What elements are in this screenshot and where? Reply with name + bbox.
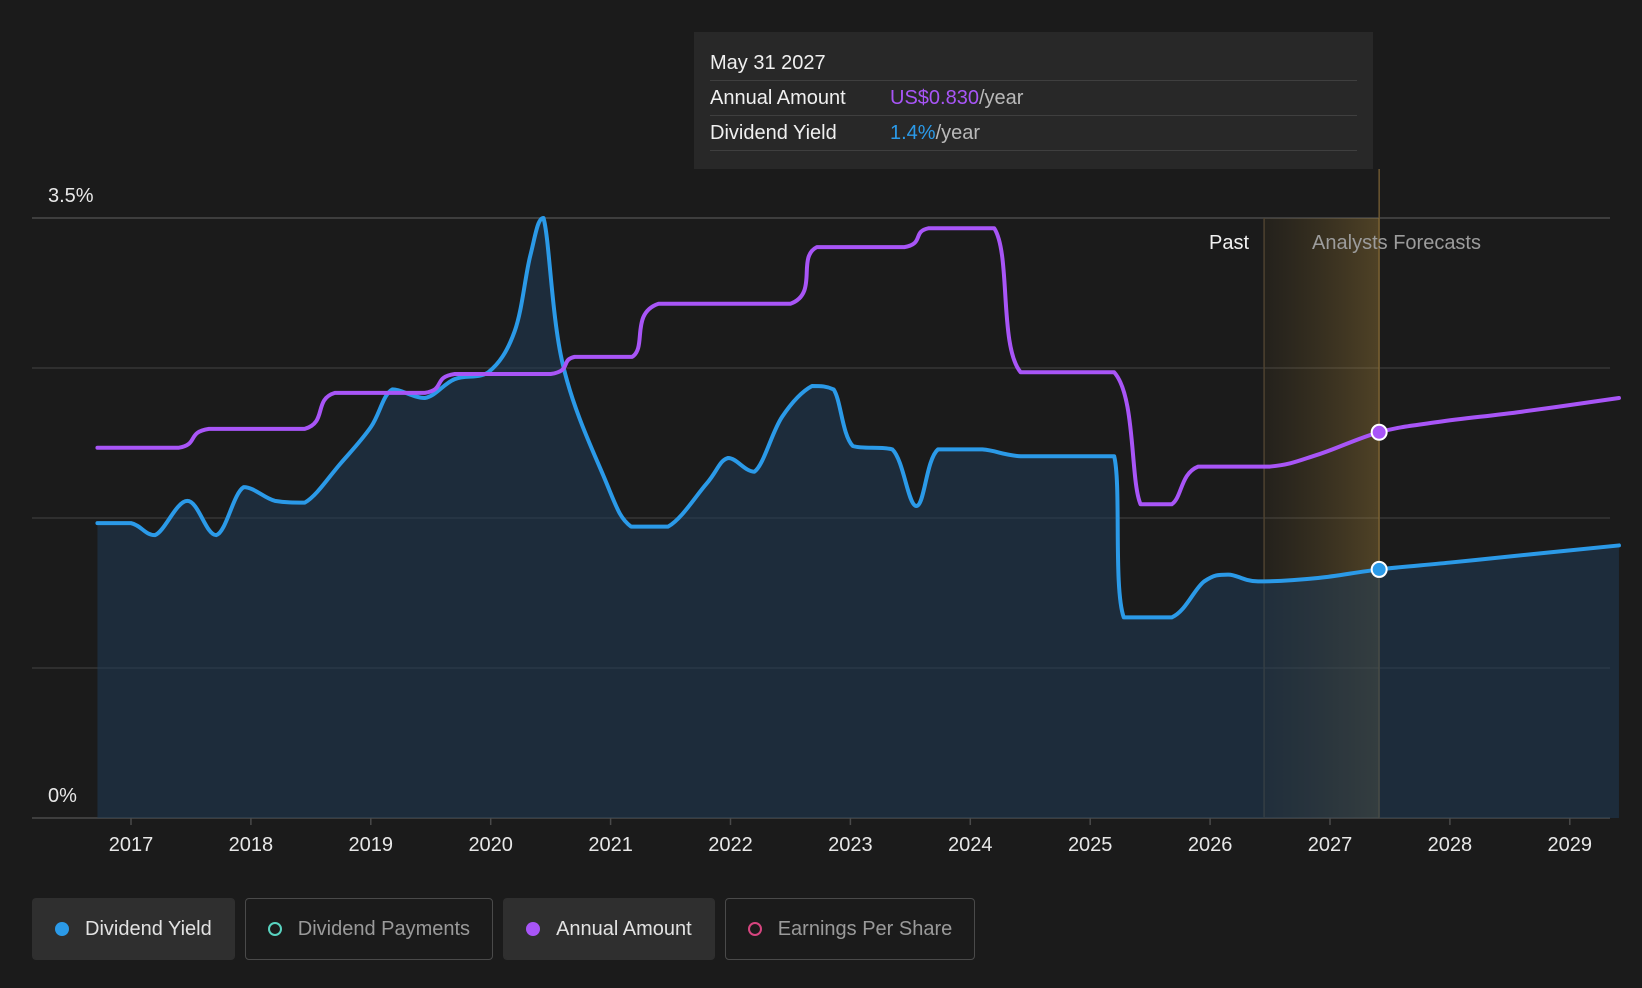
tooltip: May 31 2027 Annual Amount US$0.830 /year… — [694, 32, 1373, 169]
y-tick-label: 0% — [48, 785, 77, 807]
x-tick-label: 2025 — [1068, 834, 1113, 856]
legend-dot-icon — [267, 922, 282, 936]
x-tick-label: 2026 — [1188, 834, 1233, 856]
tooltip-value: 1.4% — [890, 121, 936, 144]
tooltip-row-annual-amount: Annual Amount US$0.830 /year — [710, 81, 1357, 116]
dividend-yield-marker — [1370, 560, 1388, 578]
tooltip-unit: /year — [978, 86, 1024, 109]
legend: Dividend Yield Dividend Payments Annual … — [32, 898, 976, 960]
legend-annual-amount-button[interactable]: Annual Amount — [503, 898, 715, 960]
tooltip-label: Annual Amount — [710, 86, 846, 109]
past-label: Past — [1209, 232, 1249, 254]
x-tick-label: 2024 — [948, 834, 993, 856]
legend-dot-icon — [55, 922, 69, 936]
tooltip-label: Dividend Yield — [710, 121, 837, 144]
x-tick-label: 2022 — [708, 834, 753, 856]
legend-earnings-per-share-button[interactable]: Earnings Per Share — [724, 898, 976, 960]
x-tick-label: 2027 — [1308, 834, 1353, 856]
legend-dividend-payments-button[interactable]: Dividend Payments — [244, 898, 494, 960]
tooltip-value: US$0.830 — [890, 86, 979, 109]
legend-label: Annual Amount — [556, 917, 692, 940]
tooltip-unit: /year — [935, 121, 981, 144]
x-axis: 2017 2018 2019 2020 2021 2022 2023 2024 2025 2026… — [109, 818, 1592, 856]
legend-dot-icon — [526, 922, 541, 936]
x-tick-label: 2023 — [828, 834, 873, 856]
legend-label: Dividend Payments — [297, 917, 471, 940]
legend-label: Dividend Yield — [85, 917, 212, 940]
annual-amount-marker — [1370, 423, 1388, 441]
x-tick-label: 2017 — [109, 834, 154, 856]
x-tick-label: 2021 — [588, 834, 633, 856]
tooltip-date: May 31 2027 — [710, 46, 1357, 81]
x-tick-label: 2019 — [349, 834, 394, 856]
x-tick-label: 2029 — [1548, 834, 1593, 856]
x-tick-label: 2020 — [468, 834, 513, 856]
x-tick-label: 2018 — [229, 834, 274, 856]
tooltip-row-dividend-yield: Dividend Yield 1.4% /year — [710, 116, 1357, 151]
legend-dividend-yield-button[interactable]: Dividend Yield — [32, 898, 235, 960]
legend-label: Earnings Per Share — [777, 917, 953, 940]
y-tick-label: 3.5% — [48, 185, 94, 207]
y-axis: 3.5% 0% — [48, 185, 94, 807]
forecast-label: Analysts Forecasts — [1312, 232, 1481, 254]
x-tick-label: 2028 — [1428, 834, 1473, 856]
legend-dot-icon — [747, 922, 762, 936]
